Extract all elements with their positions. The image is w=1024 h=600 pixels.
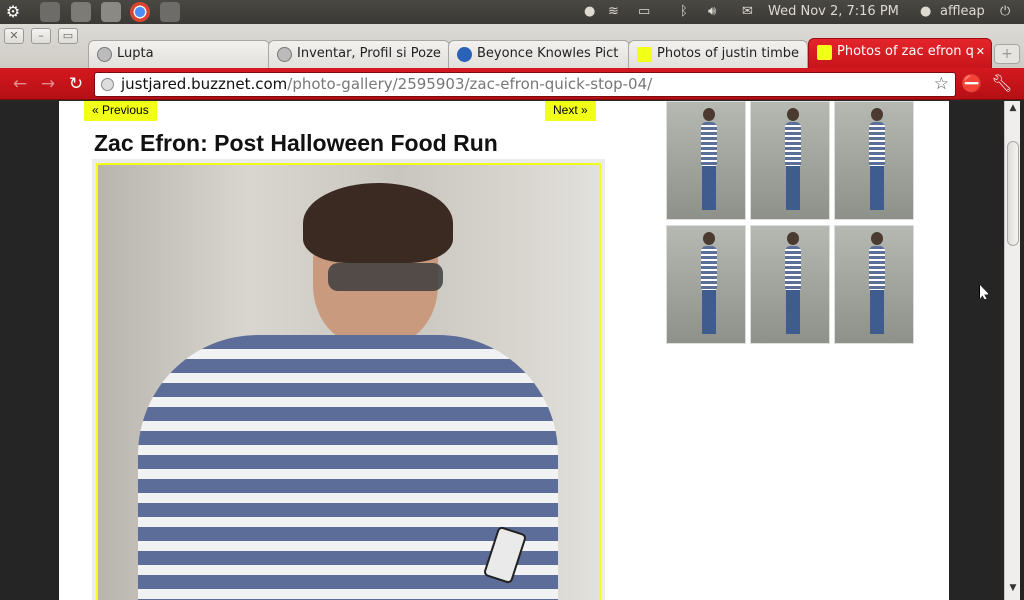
page-scrollbar[interactable]: ▲ ▼ [1004,101,1020,600]
user-name[interactable]: affleap [940,2,985,22]
scroll-up-icon[interactable]: ▲ [1005,101,1021,115]
tab-justin[interactable]: Photos of justin timbe [628,40,808,68]
scroll-thumb[interactable] [1007,141,1019,246]
text-editor-icon[interactable] [101,2,121,22]
forward-arrow-icon[interactable]: → [36,72,60,96]
tab-close-icon[interactable]: ✕ [976,39,985,65]
window-maximize-button[interactable]: ▭ [58,28,78,44]
new-tab-button[interactable]: + [994,44,1020,64]
window-minimize-button[interactable]: – [31,28,51,44]
page-viewport: « Previous Next » Zac Efron: Post Hallow… [0,101,1024,600]
user-icon: ● [920,4,932,19]
sunglasses-icon [328,263,443,291]
back-arrow-icon[interactable]: ← [8,72,32,96]
scroll-down-icon[interactable]: ▼ [1005,581,1021,595]
power-icon[interactable]: ⏻ [1000,2,1010,22]
globe-icon [101,78,114,91]
j-icon [637,47,652,62]
page-title: Zac Efron: Post Halloween Food Run [94,130,498,156]
tab-beyonce[interactable]: Beyonce Knowles Pict [448,40,630,68]
battery-icon[interactable]: ▭ [638,2,650,22]
globe-icon [97,47,112,62]
globe-icon [277,47,292,62]
launcher-app-icon[interactable] [71,2,91,22]
url-path: /photo-gallery/2595903/zac-efron-quick-s… [287,75,653,93]
settings-app-icon[interactable] [160,2,180,22]
wifi-icon[interactable]: ≋ [608,2,619,22]
page-content: « Previous Next » Zac Efron: Post Hallow… [59,101,949,600]
gallery-thumbnail[interactable] [834,101,914,220]
gallery-thumbnail[interactable] [666,101,746,220]
record-icon[interactable]: ● [584,2,595,22]
next-link[interactable]: Next » [545,101,596,121]
wrench-icon[interactable]: 🔧︎ [990,72,1014,96]
bluetooth-icon[interactable]: ᛒ [680,2,688,22]
adblock-icon[interactable]: ⛔ [960,72,984,96]
window-close-button[interactable]: ✕ [4,28,24,44]
chrome-icon[interactable] [130,2,150,22]
tab-zac-efron[interactable]: Photos of zac efron q ✕ [808,38,992,68]
tab-inventar[interactable]: Inventar, Profil si Poze [268,40,450,68]
main-photo[interactable] [96,163,601,600]
ubuntu-menu-icon[interactable]: ⚙ [3,2,23,22]
gallery-thumbnail[interactable] [666,225,746,344]
main-photo-frame [92,159,605,600]
bookmark-star-icon[interactable]: ☆ [934,73,949,96]
clock[interactable]: Wed Nov 2, 7:16 PM [768,2,899,22]
browser-toolbar: ← → ↻ justjared.buzznet.com/photo-galler… [0,68,1024,100]
browser-window-bar: ✕ – ▭ Lupta Inventar, Profil si Poze Bey… [0,24,1024,68]
tab-lupta[interactable]: Lupta [88,40,270,68]
gallery-thumbnail[interactable] [750,225,830,344]
photo-hair [303,183,453,263]
j-icon [817,45,832,60]
site-icon [457,47,472,62]
launcher-app-icon[interactable] [40,2,60,22]
url-host: justjared.buzznet.com [121,75,288,93]
mail-icon[interactable]: ✉ [742,2,753,22]
reload-icon[interactable]: ↻ [64,72,88,96]
system-panel: ⚙ ● ≋ ▭ ᛒ 🔊︎ ✉ Wed Nov 2, 7:16 PM ● affl… [0,0,1024,24]
volume-icon[interactable]: 🔊︎ [708,2,716,22]
address-bar[interactable]: justjared.buzznet.com/photo-gallery/2595… [94,72,956,97]
gallery-thumbnail[interactable] [834,225,914,344]
previous-link[interactable]: « Previous [84,101,157,121]
gallery-thumbnail[interactable] [750,101,830,220]
